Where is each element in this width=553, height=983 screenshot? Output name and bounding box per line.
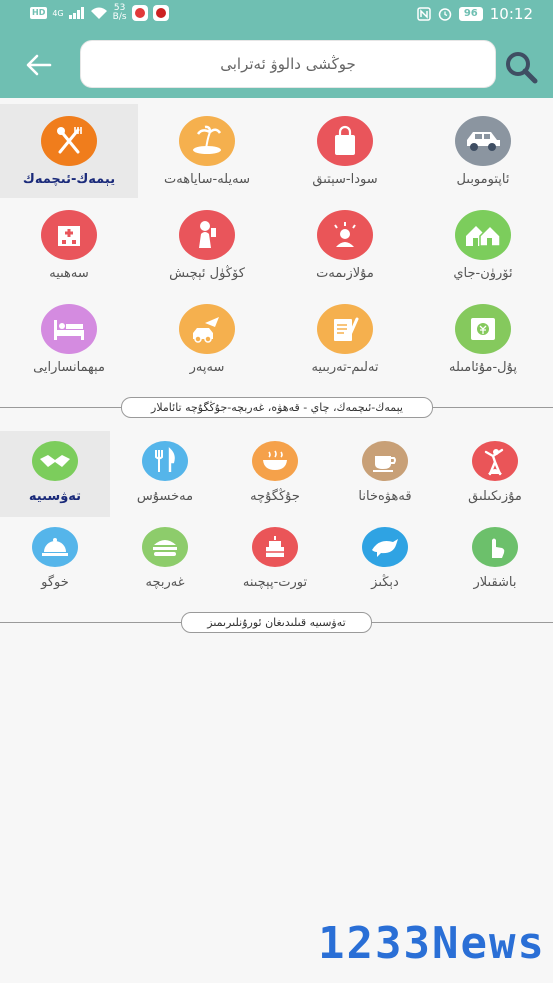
watermark-logo: 1233News <box>318 918 546 969</box>
subcategory-seafood[interactable]: دېڭىز <box>330 517 440 603</box>
dancer-icon <box>472 441 518 481</box>
hospital-icon <box>41 210 97 260</box>
category-grid: يېمەك-ئىچمەك سەيلە-ساياھەت سودا-سېتىق ئا… <box>0 104 553 386</box>
money-icon <box>455 304 511 354</box>
dolphin-icon <box>362 527 408 567</box>
search-icon <box>506 52 538 84</box>
tap-hand-icon <box>472 527 518 567</box>
header-bar: جوڭشى دالوۋ ئەترابى <box>0 30 553 98</box>
search-text: جوڭشى دالوۋ ئەترابى <box>220 55 356 73</box>
search-input[interactable]: جوڭشى دالوۋ ئەترابى <box>80 40 496 88</box>
network-type: 4G <box>52 8 64 18</box>
signal-icon <box>68 7 84 19</box>
category-finance[interactable]: پۇل-مۇئامىلە <box>414 292 552 386</box>
shopping-bag-icon <box>317 116 373 166</box>
bed-icon <box>41 304 97 354</box>
category-shopping[interactable]: سودا-سېتىق <box>276 104 414 198</box>
burger-icon <box>142 527 188 567</box>
service-person-icon <box>317 210 373 260</box>
subcategory-western[interactable]: غەربچە <box>110 517 220 603</box>
category-travel[interactable]: سەپەر <box>138 292 276 386</box>
houses-icon <box>455 210 511 260</box>
drinking-person-icon <box>179 210 235 260</box>
network-speed: 53 B/s <box>112 3 127 22</box>
cloche-icon <box>32 527 78 567</box>
category-service[interactable]: مۇلازىمەت <box>276 198 414 292</box>
car-icon <box>455 116 511 166</box>
wifi-icon <box>90 7 107 19</box>
category-food-drink[interactable]: يېمەك-ئىچمەك <box>0 104 138 198</box>
category-entertainment[interactable]: كۆڭۈل ئېچىش <box>138 198 276 292</box>
notification-app-icon <box>131 5 148 21</box>
hot-pot-icon <box>252 441 298 481</box>
subcategory-special[interactable]: مەخسۇس <box>110 431 220 517</box>
section-title: يېمەك-ئىچمەك، چاي - قەھۋە، غەربچە-جۇڭگۇچ… <box>121 397 433 418</box>
clock: 10:12 <box>489 5 533 23</box>
category-health[interactable]: سەھىيە <box>0 198 138 292</box>
book-pencil-icon <box>317 304 373 354</box>
category-automobile[interactable]: ئاپتوموبىل <box>414 104 552 198</box>
subcategory-grid: تەۋسىيە مەخسۇس جۇڭگۇچە قەھۋەخانا مۇزىكىل… <box>0 431 553 603</box>
car-plane-icon <box>179 304 235 354</box>
subcategory-others[interactable]: باشقىلار <box>440 517 550 603</box>
fork-spoon-icon <box>41 116 97 166</box>
fork-knife-icon <box>142 441 188 481</box>
recommend-title: تەۋسىيە قىلىدىغان ئورۇنلىرىمىز <box>181 612 372 633</box>
subcategory-cafe[interactable]: قەھۋەخانا <box>330 431 440 517</box>
notification-app-icon <box>152 5 169 21</box>
recommend-divider: تەۋسىيە قىلىدىغان ئورۇنلىرىمىز <box>0 610 553 634</box>
hd-badge: HD <box>30 7 48 19</box>
category-tourism[interactable]: سەيلە-ساياھەت <box>138 104 276 198</box>
section-divider: يېمەك-ئىچمەك، چاي - قەھۋە، غەربچە-جۇڭگۇچ… <box>0 395 553 419</box>
category-housing[interactable]: ئۆرۈن-جاي <box>414 198 552 292</box>
island-icon <box>179 116 235 166</box>
cake-icon <box>252 527 298 567</box>
back-button[interactable] <box>20 46 58 84</box>
subcategory-cake[interactable]: تورت-پېچىنە <box>220 517 330 603</box>
alarm-icon <box>438 8 452 21</box>
subcategory-chinese[interactable]: جۇڭگۇچە <box>220 431 330 517</box>
subcategory-recommended[interactable]: تەۋسىيە <box>0 431 110 517</box>
subcategory-hotpot[interactable]: خوگو <box>0 517 110 603</box>
search-button[interactable] <box>502 48 540 86</box>
subcategory-music[interactable]: مۇزىكىلىق <box>440 431 550 517</box>
coffee-cup-icon <box>362 441 408 481</box>
nfc-icon <box>417 7 431 21</box>
category-education[interactable]: تەلىم-تەربىيە <box>276 292 414 386</box>
category-hotel[interactable]: مېھمانسارايى <box>0 292 138 386</box>
back-arrow-icon <box>26 54 52 76</box>
battery-level: 96 <box>458 7 483 21</box>
handshake-icon <box>32 441 78 481</box>
status-bar: HD 4G 53 B/s 96 10:12 <box>0 0 553 30</box>
